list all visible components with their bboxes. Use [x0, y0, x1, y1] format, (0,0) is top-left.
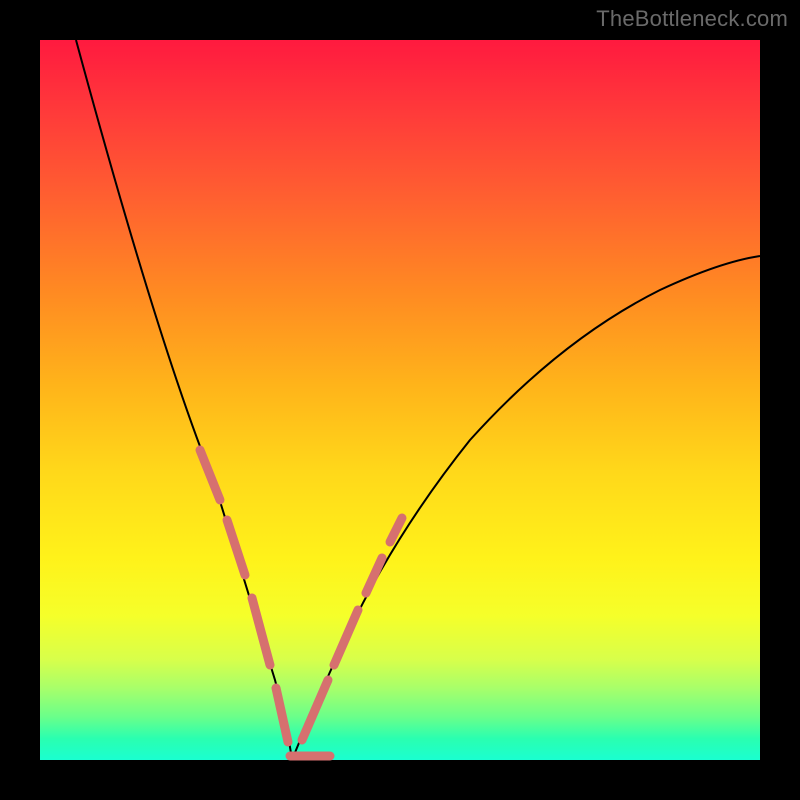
marker-right-seg-1	[302, 680, 328, 740]
outer-frame: TheBottleneck.com	[0, 0, 800, 800]
gradient-plot-area	[40, 40, 760, 760]
marker-left-seg-2	[227, 520, 245, 575]
curve-left-branch	[76, 40, 292, 760]
watermark-text: TheBottleneck.com	[596, 6, 788, 32]
marker-right-seg-3	[366, 558, 382, 593]
chart-svg	[40, 40, 760, 760]
marker-left-seg-4	[276, 688, 288, 742]
marker-left-seg-1	[200, 450, 220, 500]
marker-left-seg-3	[252, 598, 270, 665]
marker-right-seg-2	[334, 610, 358, 665]
curve-right-branch	[292, 256, 760, 760]
